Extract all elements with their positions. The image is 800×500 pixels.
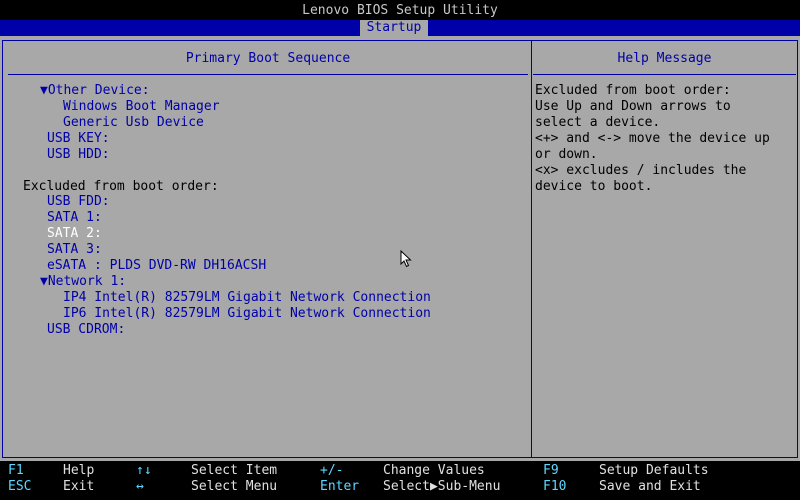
left-title-underline — [8, 74, 528, 75]
key-f10: F10 — [543, 479, 567, 494]
excluded-item-esata[interactable]: eSATA : PLDS DVD-RW DH16ACSH — [47, 258, 266, 274]
help-line: Use Up and Down arrows to — [535, 99, 731, 114]
select-submenu-label: Select▶Sub-Menu — [383, 479, 501, 494]
key-f9: F9 — [543, 463, 559, 478]
boot-item-usb-hdd[interactable]: USB HDD: — [47, 147, 110, 163]
app-title: Lenovo BIOS Setup Utility — [0, 0, 800, 20]
up-down-arrows-icon: ↑↓ — [136, 463, 152, 478]
panel-divider — [531, 40, 532, 458]
change-values-label: Change Values — [383, 463, 485, 478]
key-plus-minus: +/- — [320, 463, 344, 478]
key-f1: F1 — [8, 463, 24, 478]
key-legend-footer: F1 Help ESC Exit ↑↓ Select Item ↔ Select… — [0, 461, 800, 500]
tab-startup[interactable]: Startup — [360, 20, 428, 36]
help-line: device to boot. — [535, 179, 653, 194]
select-menu-label: Select Menu — [191, 479, 278, 494]
key-esc: ESC — [8, 479, 32, 494]
excluded-item-sata-1[interactable]: SATA 1: — [47, 210, 102, 226]
boot-group-other-device[interactable]: ▼Other Device: — [40, 83, 150, 99]
tab-bar: Startup — [0, 20, 800, 36]
help-line: <x> excludes / includes the — [535, 163, 747, 178]
boot-item-generic-usb-device[interactable]: Generic Usb Device — [63, 115, 204, 131]
excluded-item-usb-fdd[interactable]: USB FDD: — [47, 194, 110, 210]
mouse-pointer-icon — [400, 249, 413, 272]
help-title-underline — [533, 74, 796, 75]
key-f1-label: Help — [63, 463, 95, 478]
help-line: <+> and <-> move the device up — [535, 131, 770, 146]
primary-boot-sequence-title: Primary Boot Sequence — [185, 51, 351, 66]
save-and-exit-label: Save and Exit — [599, 479, 701, 494]
excluded-item-ip6[interactable]: IP6 Intel(R) 82579LM Gigabit Network Con… — [63, 306, 431, 322]
left-right-arrows-icon: ↔ — [136, 479, 144, 494]
help-line: Excluded from boot order: — [535, 83, 731, 98]
help-line: select a device. — [535, 115, 661, 130]
excluded-item-sata-3[interactable]: SATA 3: — [47, 242, 102, 258]
excluded-item-usb-cdrom[interactable]: USB CDROM: — [47, 322, 125, 338]
select-item-label: Select Item — [191, 463, 278, 478]
excluded-item-sata-2[interactable]: SATA 2: — [47, 226, 102, 242]
excluded-group-network-1[interactable]: ▼Network 1: — [40, 274, 126, 290]
help-message-title: Help Message — [617, 51, 712, 66]
help-line: or down. — [535, 147, 598, 162]
boot-item-usb-key[interactable]: USB KEY: — [47, 131, 110, 147]
boot-item-windows-boot-manager[interactable]: Windows Boot Manager — [63, 99, 220, 115]
key-esc-label: Exit — [63, 479, 95, 494]
key-enter: Enter — [320, 479, 360, 494]
excluded-heading: Excluded from boot order: — [23, 179, 219, 194]
excluded-item-ip4[interactable]: IP4 Intel(R) 82579LM Gigabit Network Con… — [63, 290, 431, 306]
setup-defaults-label: Setup Defaults — [599, 463, 709, 478]
